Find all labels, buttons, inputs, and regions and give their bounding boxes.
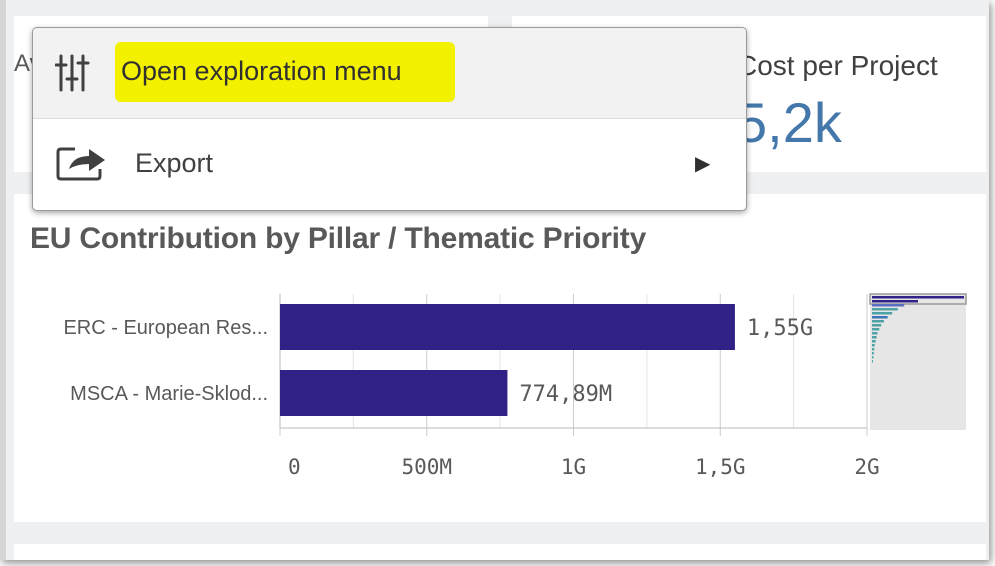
sliders-icon — [55, 54, 90, 92]
minimap-bar — [872, 344, 875, 347]
bar-chart[interactable]: 1,55G ERC - European Res... 774,89M MSCA - … — [14, 194, 986, 522]
menu-item-label: Open exploration menu — [121, 56, 402, 86]
category-label[interactable]: ERC - European Res... — [63, 317, 268, 339]
minimap-bar — [872, 304, 905, 307]
minimap-bar — [872, 360, 873, 363]
kpi-right-value: 5,2k — [736, 91, 842, 154]
x-tick-label: 1G — [561, 455, 586, 479]
window-edge — [0, 0, 6, 560]
next-card-edge — [14, 544, 986, 560]
minimap-bar — [872, 308, 898, 311]
submenu-arrow-icon: ▶ — [695, 153, 711, 175]
minimap-bar — [872, 352, 874, 355]
minimap-bar — [872, 300, 918, 303]
minimap-bar — [872, 332, 878, 335]
minimap-bar — [872, 324, 882, 327]
data-label: 1,55G — [747, 316, 813, 341]
minimap-bar — [872, 336, 877, 339]
x-tick-label: 2G — [854, 455, 879, 479]
menu-item-open-exploration[interactable]: Open exploration menu — [33, 28, 746, 119]
data-label: 774,89M — [519, 382, 612, 407]
x-tick-label: 0 — [288, 455, 301, 479]
context-menu: Open exploration menu Export ▶ — [32, 27, 747, 211]
minimap-bar — [872, 320, 884, 323]
kpi-right-title: Cost per Project — [737, 50, 938, 81]
minimap-bar — [872, 316, 888, 319]
x-tick-label: 1,5G — [695, 455, 746, 479]
bar[interactable] — [280, 370, 508, 416]
minimap-bar — [872, 328, 880, 331]
export-icon — [56, 147, 105, 181]
minimap-bar — [872, 348, 875, 351]
minimap-bar — [872, 356, 874, 359]
bar[interactable] — [280, 304, 735, 350]
minimap-bar — [872, 312, 893, 315]
minimap-bar — [872, 340, 876, 343]
minimap-bar — [872, 296, 964, 299]
chart-card[interactable]: EU Contribution by Pillar / Thematic Pri… — [14, 194, 986, 522]
category-label[interactable]: MSCA - Marie-Sklod... — [70, 383, 268, 405]
x-tick-label: 500M — [401, 455, 452, 479]
menu-item-label: Export — [135, 148, 214, 178]
menu-item-export[interactable]: Export ▶ — [33, 119, 746, 209]
